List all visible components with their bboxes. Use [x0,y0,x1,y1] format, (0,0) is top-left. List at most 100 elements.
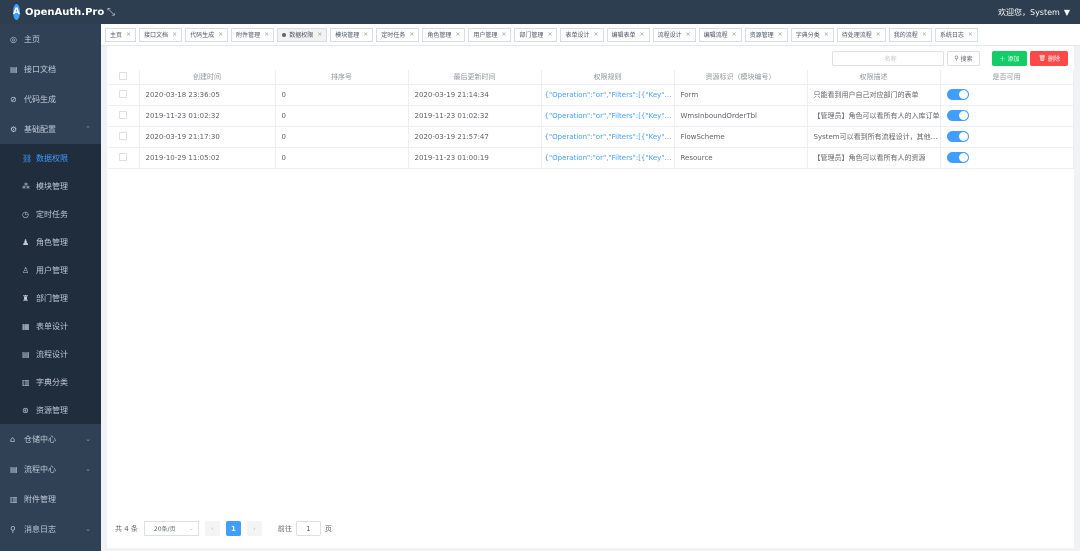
table-row[interactable]: 2020-03-18 23:36:05 0 2020-03-19 21:14:34{… [108,84,1074,106]
tab-10[interactable]: 表单设计 × [560,27,604,42]
close-icon[interactable]: × [876,31,881,38]
tab-15[interactable]: 字典分类 × [790,27,834,42]
sidebar-item-sub-3[interactable]: ♟ 角色管理 [0,228,101,256]
page-unit-label: 页 [324,524,332,533]
sidebar-item-label: 表单设计 [36,321,68,331]
cell-rule[interactable]: {"Operation":"or","Filters":[{"Key":"{lo… [541,84,675,106]
sidebar-item-3[interactable]: ⚙ 基础配置 ⌃ [0,114,101,144]
select-all-checkbox[interactable] [119,71,128,80]
row-checkbox[interactable] [119,131,128,140]
close-icon[interactable]: × [778,31,783,38]
tab-9[interactable]: 部门管理 × [514,27,558,42]
enabled-toggle[interactable] [946,131,969,142]
goto-page-input[interactable]: 1 [295,521,321,536]
tab-5[interactable]: 模块管理 × [330,27,374,42]
sidebar-item-bottom-0[interactable]: ⌂ 仓储中心 ⌄ [0,424,101,454]
tab-13[interactable]: 编辑流程 × [698,27,742,42]
sidebar-item-bottom-1[interactable]: ▤ 流程中心 ⌄ [0,454,101,484]
tab-2[interactable]: 代码生成 × [185,27,229,42]
close-icon[interactable]: × [501,31,506,38]
close-icon[interactable]: × [968,31,973,38]
close-icon[interactable]: × [686,31,691,38]
add-button[interactable]: ＋ 添加 [991,50,1028,66]
row-checkbox[interactable] [119,89,128,98]
close-icon[interactable]: × [593,31,598,38]
pagination: 共 4 条 20条/页 ⌄ ‹ 1 › 前往 1 页 [115,521,332,536]
sidebar-item-sub-5[interactable]: ♜ 部门管理 [0,284,101,312]
tab-16[interactable]: 待处理流程 × [836,27,886,42]
delete-button[interactable]: 🗑 删除 [1030,50,1068,66]
tab-7[interactable]: 角色管理 × [422,27,466,42]
tab-label: 编辑表单 [611,32,636,39]
sidebar-item-sub-2[interactable]: ◷ 定时任务 [0,200,101,228]
close-icon[interactable]: × [824,31,829,38]
tab-14[interactable]: 资源管理 × [744,27,788,42]
tab-17[interactable]: 我的流程 × [888,27,932,42]
row-checkbox[interactable] [119,152,128,161]
table-row[interactable]: 2019-10-29 11:05:02 0 2019-11-23 01:00:19{… [108,147,1074,169]
tab-6[interactable]: 定时任务 × [376,27,420,42]
enabled-toggle[interactable] [946,110,969,121]
close-icon[interactable]: × [409,31,414,38]
page-size-select[interactable]: 20条/页 ⌄ [143,521,199,536]
close-icon[interactable]: × [218,31,223,38]
sidebar-item-1[interactable]: ▤ 接口文档 [0,54,101,84]
row-checkbox[interactable] [119,110,128,119]
brand[interactable]: A OpenAuth.Pro [0,4,104,20]
page-number-current[interactable]: 1 [225,521,241,536]
sidebar-item-sub-8[interactable]: ▥ 字典分类 [0,368,101,396]
cell-enabled [940,105,1074,127]
delete-button-label: 删除 [1047,55,1060,63]
cell-rule[interactable]: {"Operation":"or","Filters":[{"Key":"{lo… [541,147,675,169]
role-icon: ♟ [22,237,30,247]
sidebar-item-sub-7[interactable]: ▤ 流程设计 [0,340,101,368]
enabled-toggle[interactable] [946,89,969,100]
close-icon[interactable]: × [172,31,177,38]
close-icon[interactable]: × [317,31,322,38]
next-page-button[interactable]: › [246,521,262,536]
prev-page-button[interactable]: ‹ [204,521,220,536]
search-button-label: 搜索 [960,55,973,63]
sidebar-item-bottom-2[interactable]: ▥ 附件管理 [0,484,101,514]
close-icon[interactable]: × [126,31,131,38]
close-icon[interactable]: × [363,31,368,38]
user-menu[interactable]: 欢迎您，System ▼ [998,7,1070,18]
logo-icon: A [13,4,20,20]
close-icon[interactable]: × [455,31,460,38]
sidebar-item-label: 定时任务 [36,209,68,219]
close-icon[interactable]: × [640,31,645,38]
table-row[interactable]: 2020-03-19 21:17:30 0 2020-03-19 21:57:47{… [108,126,1074,148]
tab-label: 资源管理 [749,32,774,39]
tab-8[interactable]: 用户管理 × [468,27,512,42]
close-icon[interactable]: × [264,31,269,38]
collapse-menu-icon[interactable]: ⤡ [107,7,115,18]
close-icon[interactable]: × [922,31,927,38]
sidebar-item-sub-1[interactable]: ⁂ 模块管理 [0,172,101,200]
tab-0[interactable]: 主页 × [105,27,137,42]
sidebar-item-sub-6[interactable]: ▦ 表单设计 [0,312,101,340]
tab-3[interactable]: 附件管理 × [231,27,275,42]
tab-18[interactable]: 系统日志 × [934,27,978,42]
cell-rule[interactable]: {"Operation":"or","Filters":[{"Key":"{lo… [541,105,675,127]
cell-rule[interactable]: {"Operation":"or","Filters":[{"Key":"{lo… [541,126,675,148]
sidebar-item-label: 主页 [24,34,40,44]
tab-4[interactable]: 数据权限 × [277,27,328,42]
sidebar-item-bottom-3[interactable]: ⚲ 消息日志 ⌄ [0,514,101,544]
cell-desc: 【管理员】角色可以看所有人的入库订单 [807,105,941,127]
sidebar-item-sub-0[interactable]: ⛓ 数据权限 [0,144,101,172]
caret-down-icon: ▼ [1063,7,1070,17]
enabled-toggle[interactable] [946,152,969,163]
sidebar-item-sub-4[interactable]: ♙ 用户管理 [0,256,101,284]
search-button[interactable]: ⚲ 搜索 [947,50,980,66]
sidebar-item-sub-9[interactable]: ⊛ 资源管理 [0,396,101,424]
sidebar-item-0[interactable]: ◎ 主页 [0,24,101,54]
close-icon[interactable]: × [732,31,737,38]
close-icon[interactable]: × [547,31,552,38]
sidebar-item-2[interactable]: ⊘ 代码生成 [0,84,101,114]
tab-11[interactable]: 编辑表单 × [606,27,650,42]
search-input[interactable]: 名称 [832,50,945,66]
table-row[interactable]: 2019-11-23 01:02:32 0 2019-11-23 01:02:32{… [108,105,1074,127]
tab-1[interactable]: 接口文档 × [139,27,183,42]
top-bar: A OpenAuth.Pro ⤡ 欢迎您，System ▼ [0,0,1080,24]
tab-12[interactable]: 流程设计 × [652,27,696,42]
